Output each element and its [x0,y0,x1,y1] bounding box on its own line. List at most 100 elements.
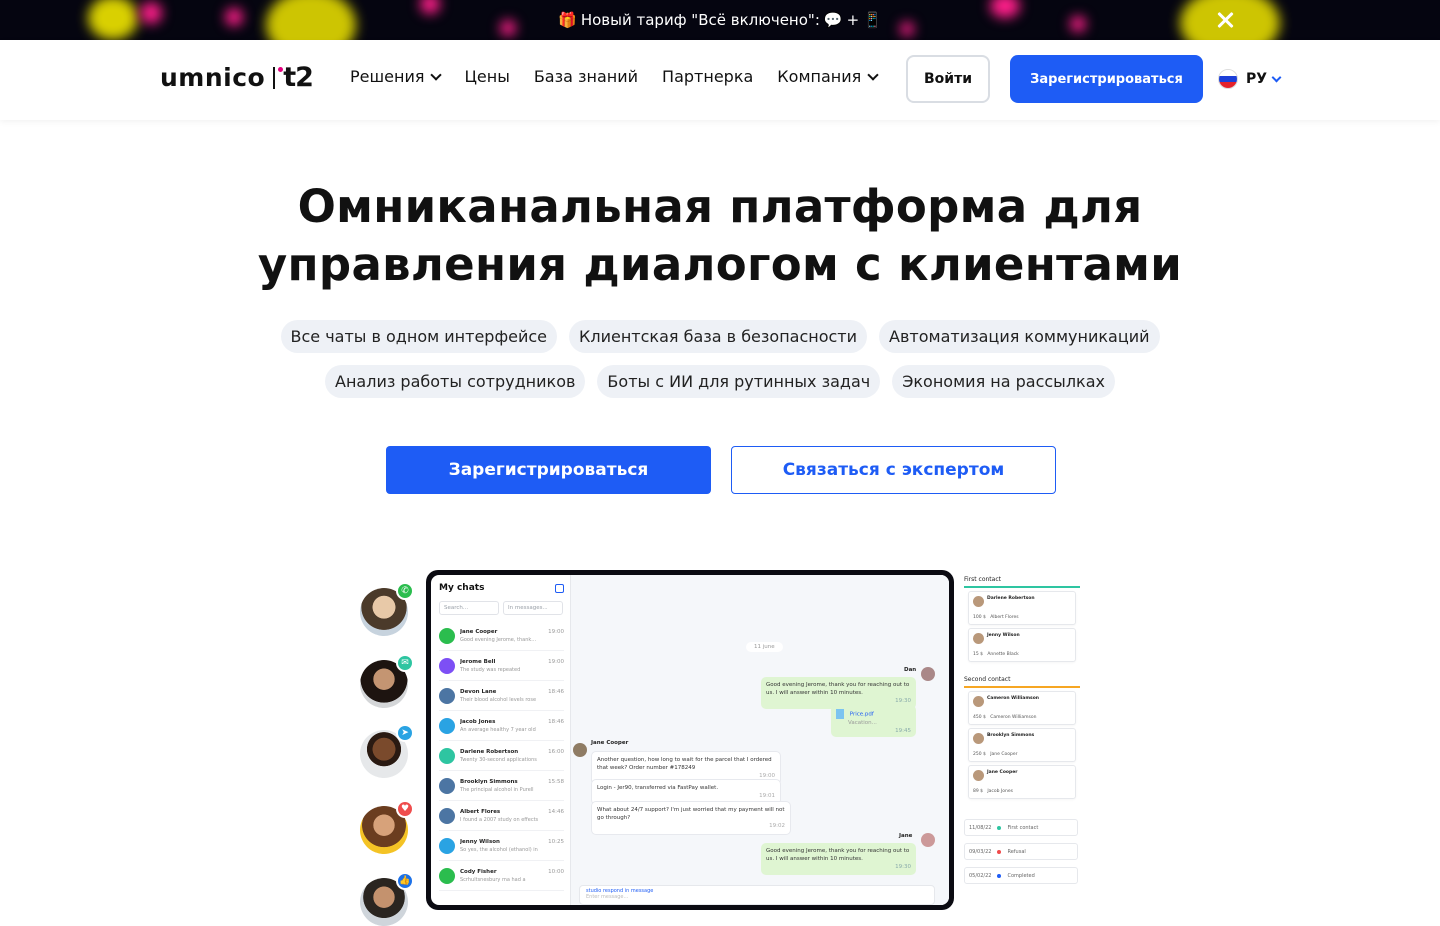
phone-icon: 📱 [863,11,882,29]
chat-time: 19:00 [548,628,564,635]
chat-name: Cody Fisher [460,868,497,875]
nav-partners[interactable]: Партнерка [662,67,753,86]
logo[interactable]: umnico t2 [160,62,314,93]
sender-name: Dan [904,667,917,673]
chat-preview: The principal alcohol in Purell [460,786,534,793]
avatar: ✆ [360,582,414,636]
contact-expert-button[interactable]: Связаться с экспертом [731,446,1056,494]
deal-contact: Jenny Wilson [987,633,1020,638]
hero-register-button[interactable]: Зарегистрироваться [386,446,711,494]
search-input[interactable]: Search... [439,601,499,615]
message-bubble: What about 24/7 support? I'm just worrie… [591,801,791,835]
chat-name: Jacob Jones [460,718,496,725]
message-composer[interactable]: studio respond in message Enter message.… [579,885,935,905]
avatar [921,667,935,681]
crm-deal-card[interactable]: Cameron Williamson 450 $ Cameron Williams… [968,691,1076,725]
deal-assignee: Albert Flores [990,615,1019,620]
deal-assignee: Jane Cooper [990,752,1018,757]
avatar [973,596,984,607]
deal-amount: 89 $ [973,789,984,794]
chat-preview: Their blood alcohol levels rose [460,696,537,703]
file-attachment[interactable]: Price.pdf Vacation... 19:45 [831,705,916,737]
whatsapp-icon: ✆ [396,582,414,600]
message-bubble: Good evening Jerome, thank you for reach… [761,843,916,875]
avatar [921,833,935,847]
sender-name: Jane [899,833,913,839]
avatar [973,633,984,644]
chat-icon: ✉ [396,654,414,672]
search-scope-select[interactable]: In messages... [503,601,563,615]
nav-knowledge-base[interactable]: База знаний [534,67,638,86]
site-header: umnico t2 Решения Цены База знаний Партн… [0,40,1440,120]
chat-list: My chats Search... In messages... Jane C… [431,575,571,905]
chat-list-item[interactable]: Darlene Robertson 16:00 Twenty 30-second a… [439,741,564,771]
whatsapp-icon [439,867,455,884]
status-dot [997,825,1002,830]
chat-list-item[interactable]: Jerome Bell 19:00 The study was repeated [439,651,564,681]
chat-list-item[interactable]: Albert Flores 14:46 I found a 2007 study o… [439,801,564,831]
register-button[interactable]: Зарегистрироваться [1010,55,1203,103]
chat-time: 10:25 [548,838,564,845]
conversation: 11 june Dan Good evening Jerome, thank y… [571,575,949,905]
crm-deal-card[interactable]: Jane Cooper 89 $ Jacob Jones [968,765,1076,799]
feature-chip: Анализ работы сотрудников [325,365,586,398]
chat-name: Darlene Robertson [460,748,519,755]
nav-prices[interactable]: Цены [464,67,509,86]
chat-list-item[interactable]: Cody Fisher 10:00 Scrhultsnesbury ma had a [439,861,564,891]
vk-icon [439,687,455,704]
page-title: Омниканальная платформа для управления ди… [257,180,1183,291]
feature-chips-row-2: Анализ работы сотрудников Боты с ИИ для … [0,365,1440,398]
cta-row: Зарегистрироваться Связаться с экспертом [386,446,1056,494]
chat-list-item[interactable]: Brooklyn Simmons 15:58 The principal alcoh… [439,771,564,801]
close-icon[interactable] [1214,9,1236,31]
crm-deal-card[interactable]: Jenny Wilson 15 $ Annette Black [968,628,1076,662]
vk-icon [439,777,455,794]
deal-amount: 250 $ [973,752,986,757]
gift-icon: 🎁 [558,11,577,29]
file-icon [836,709,844,719]
chat-list-item[interactable]: Jane Cooper 19:00 Good evening Jerome, tha… [439,621,564,651]
crm-panel: First contact Darlene Robertson 100 $ Alb… [964,576,1080,891]
crm-column-title: First contact [964,576,1001,583]
whatsapp-icon [439,627,455,644]
chat-icon [439,747,455,764]
crm-deal-card[interactable]: Brooklyn Simmons 250 $ Jane Cooper [968,728,1076,762]
deal-history-item: 11/08/22 First contact [964,819,1078,836]
avatar [973,733,984,744]
chat-list-item[interactable]: Jenny Wilson 10:25 So yes, the alcohol (et… [439,831,564,861]
language-selector[interactable]: РУ [1218,69,1282,89]
history-status: Completed [1007,872,1035,879]
heart-icon: ♥ [396,800,414,818]
deal-amount: 15 $ [973,652,984,657]
chat-preview: Good evening Jerome, thank... [460,636,537,643]
chat-name: Jenny Wilson [460,838,500,845]
deal-assignee: Annette Black [987,652,1019,657]
nav-company[interactable]: Компания [777,67,879,86]
chat-name: Albert Flores [460,808,501,815]
deal-contact: Darlene Robertson [987,596,1035,601]
chats-title: My chats [439,583,485,593]
history-date: 11/08/22 [969,824,992,831]
login-button[interactable]: Войти [906,55,990,103]
avatar: ✉ [360,654,414,708]
deal-amount: 450 $ [973,715,986,720]
main-nav: Решения Цены База знаний Партнерка Компа… [350,67,879,86]
history-status: First contact [1007,824,1039,831]
crm-deal-card[interactable]: Darlene Robertson 100 $ Albert Flores [968,591,1076,625]
deal-contact: Cameron Williamson [987,696,1039,701]
avatar: 👍 [360,872,414,926]
nav-solutions[interactable]: Решения [350,67,443,86]
vk-icon [439,807,455,824]
deal-amount: 100 $ [973,615,986,620]
chat-time: 10:00 [548,868,564,875]
chat-preview: Twenty 30-second applications [460,756,537,763]
chat-list-item[interactable]: Jacob Jones 18:46 An average healthy 7 yea… [439,711,564,741]
chevron-down-icon [867,68,879,81]
chat-list-item[interactable]: Devon Lane 18:46 Their blood alcohol level… [439,681,564,711]
logo-divider [273,66,276,89]
edit-icon[interactable] [555,583,564,593]
feature-chip: Боты с ИИ для рутинных задач [597,365,881,398]
chat-name: Jerome Bell [460,658,496,665]
chevron-down-icon [430,68,443,81]
viber-icon [439,657,455,674]
